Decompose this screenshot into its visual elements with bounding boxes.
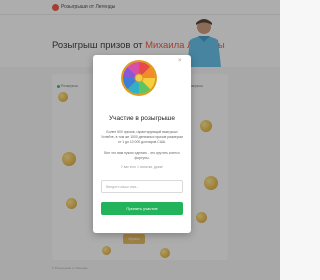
close-icon[interactable]: × [178,58,182,64]
participation-modal: × Участие в розыгрыше Более 500 призов, … [93,55,191,233]
modal-description: Более 500 призов, гарантирующий выигрыш!… [101,130,183,144]
participate-button[interactable]: Принять участие [101,202,183,215]
fortune-wheel-icon [121,60,157,96]
name-input[interactable] [101,180,183,193]
attempts-note: У вас есть 1 попытка, удачи! [120,165,164,169]
page: Розыгрыши от Легенды Розыгрыш призов от … [0,0,280,280]
modal-title: Участие в розыгрыше [109,115,175,122]
modal-note: Все что вам нужно сделать - это крутить … [104,151,180,160]
